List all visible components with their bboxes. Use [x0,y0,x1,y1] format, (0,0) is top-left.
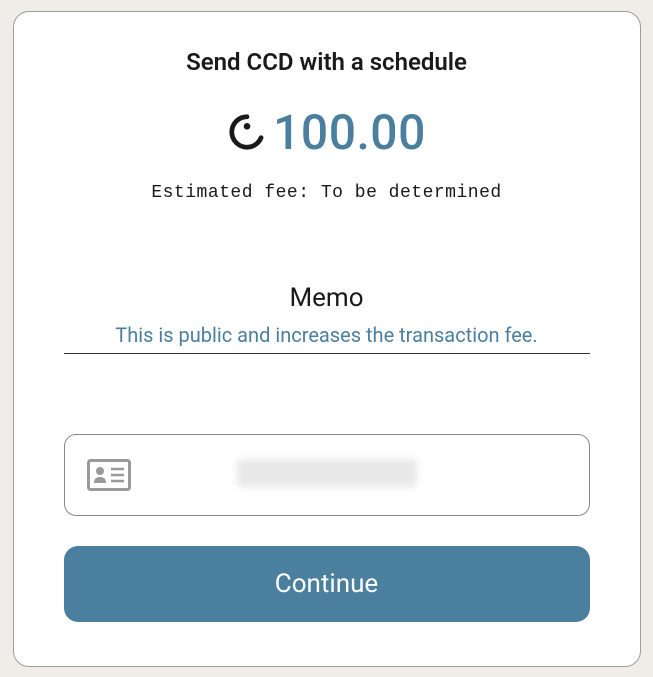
recipient-name [131,459,567,491]
continue-button[interactable]: Continue [64,546,590,622]
id-card-icon [87,459,131,491]
amount-row: 100.00 [64,104,590,161]
recipient-selector[interactable] [64,434,590,516]
ccd-currency-icon [227,112,267,152]
send-ccd-card: Send CCD with a schedule 100.00 Estimate… [13,11,641,667]
amount-value: 100.00 [273,104,426,161]
fee-value: To be determined [321,183,502,203]
memo-input[interactable] [64,323,590,354]
fee-label: Estimated fee: [151,183,309,203]
memo-input-wrap [64,323,590,354]
memo-label: Memo [64,283,590,313]
recipient-name-redacted [237,459,417,487]
fee-row: Estimated fee: To be determined [64,183,590,203]
page-title: Send CCD with a schedule [64,48,590,76]
